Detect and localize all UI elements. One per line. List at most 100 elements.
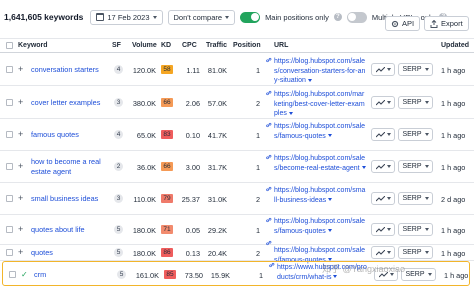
trend-button[interactable] (374, 268, 398, 281)
traffic-value[interactable]: 15.9K (206, 271, 230, 280)
date-picker[interactable]: 17 Feb 2023 (90, 9, 163, 25)
col-sf[interactable]: SF (112, 42, 121, 49)
row-checkbox[interactable] (6, 66, 13, 73)
keyword-link[interactable]: how to become a real estate agent (31, 157, 111, 177)
keyword-link[interactable]: cover letter examples (31, 98, 111, 108)
serp-features-count[interactable]: 2 (114, 162, 123, 171)
serp-button[interactable]: SERP (401, 268, 436, 281)
url-text[interactable]: https://blog.hubspot.com/sales/become-re… (274, 155, 365, 172)
table-row[interactable]: + cover letter examples 3 380.0K 66 2.06… (0, 86, 474, 119)
multiple-urls-toggle[interactable] (346, 11, 367, 23)
url-link[interactable]: https://blog.hubspot.com/marketing/best-… (274, 90, 366, 119)
table-row[interactable]: ✓ crm 5 161.0K 85 73.50 15.9K 1 ☍ https:… (2, 261, 470, 286)
table-row[interactable]: + famous quotes 4 65.0K 83 0.10 41.7K 1 … (0, 119, 474, 151)
traffic-value[interactable]: 29.2K (203, 226, 227, 235)
url-link[interactable]: https://blog.hubspot.com/sales/become-re… (274, 154, 366, 173)
serp-button[interactable]: SERP (398, 192, 433, 205)
serp-features-count[interactable]: 5 (114, 225, 123, 234)
serp-button[interactable]: SERP (398, 246, 433, 259)
keyword-link[interactable]: conversation starters (31, 65, 111, 75)
chevron-down-icon[interactable] (333, 275, 338, 279)
table-row[interactable]: + quotes 5 180.0K 86 0.13 20.4K 2 ☍ http… (0, 241, 474, 264)
select-all-checkbox[interactable] (6, 42, 13, 49)
url-text[interactable]: https://blog.hubspot.com/sales/conversat… (274, 58, 365, 84)
traffic-value[interactable]: 20.4K (203, 249, 227, 258)
serp-button[interactable]: SERP (398, 128, 433, 141)
chevron-down-icon[interactable] (361, 166, 366, 170)
main-positions-toggle[interactable] (240, 11, 261, 23)
table-row[interactable]: + quotes about life 5 180.0K 71 0.05 29.… (0, 215, 474, 245)
chevron-down-icon[interactable] (327, 134, 332, 138)
serp-button[interactable]: SERP (398, 96, 433, 109)
traffic-value[interactable]: 31.0K (203, 195, 227, 204)
keyword-link[interactable]: crm (34, 270, 114, 280)
row-checkbox[interactable] (6, 226, 13, 233)
col-volume[interactable]: Volume (132, 42, 157, 49)
row-checkbox[interactable] (6, 195, 13, 202)
trend-button[interactable] (371, 63, 395, 76)
traffic-value[interactable]: 81.0K (203, 66, 227, 75)
serp-features-count[interactable]: 5 (114, 248, 123, 257)
url-text[interactable]: https://www.hubspot.com/products/crm/wha… (277, 264, 367, 281)
add-keyword-icon[interactable]: + (18, 65, 23, 74)
url-link[interactable]: https://blog.hubspot.com/sales/famous-qu… (274, 122, 366, 141)
col-keyword[interactable]: Keyword (18, 42, 48, 49)
serp-button[interactable]: SERP (398, 160, 433, 173)
serp-features-count[interactable]: 3 (114, 194, 123, 203)
keyword-link[interactable]: small business ideas (31, 194, 111, 204)
api-button[interactable]: API (385, 16, 421, 31)
chevron-down-icon[interactable] (288, 111, 293, 115)
trend-button[interactable] (371, 246, 395, 259)
url-link[interactable]: https://www.hubspot.com/products/crm/wha… (277, 263, 369, 282)
url-text[interactable]: https://blog.hubspot.com/sales/famous-qu… (274, 218, 365, 235)
add-keyword-icon[interactable]: + (18, 130, 23, 139)
traffic-value[interactable]: 57.0K (203, 99, 227, 108)
col-traffic[interactable]: Traffic (206, 42, 227, 49)
trend-button[interactable] (371, 160, 395, 173)
help-icon[interactable]: ? (333, 13, 342, 21)
col-kd[interactable]: KD (161, 42, 171, 49)
add-keyword-icon[interactable]: + (18, 248, 23, 257)
trend-button[interactable] (371, 223, 395, 236)
traffic-value[interactable]: 31.7K (203, 163, 227, 172)
add-keyword-icon[interactable]: + (18, 194, 23, 203)
col-cpc[interactable]: CPC (182, 42, 197, 49)
col-updated[interactable]: Updated (441, 42, 469, 49)
serp-features-count[interactable]: 4 (114, 130, 123, 139)
row-checkbox[interactable] (9, 271, 16, 278)
serp-features-count[interactable]: 3 (114, 98, 123, 107)
url-link[interactable]: https://blog.hubspot.com/sales/conversat… (274, 57, 366, 86)
row-checkbox[interactable] (6, 249, 13, 256)
table-row[interactable]: + how to become a real estate agent 2 36… (0, 151, 474, 183)
serp-features-count[interactable]: 4 (114, 65, 123, 74)
keyword-link[interactable]: quotes (31, 248, 111, 258)
add-keyword-icon[interactable]: + (18, 162, 23, 171)
url-link[interactable]: https://blog.hubspot.com/small-business-… (274, 186, 366, 205)
export-button[interactable]: Export (424, 16, 469, 31)
serp-button[interactable]: SERP (398, 63, 433, 76)
table-row[interactable]: + conversation starters 4 120.0K 58 1.11… (0, 53, 474, 86)
chevron-down-icon[interactable] (307, 78, 312, 82)
keyword-link[interactable]: famous quotes (31, 130, 111, 140)
url-text[interactable]: https://blog.hubspot.com/sales/famous-qu… (274, 123, 365, 140)
trend-button[interactable] (371, 128, 395, 141)
compare-dropdown[interactable]: Don't compare (167, 9, 236, 25)
url-link[interactable]: https://blog.hubspot.com/sales/famous-qu… (274, 217, 366, 236)
serp-features-count[interactable]: 5 (117, 270, 126, 279)
url-text[interactable]: https://blog.hubspot.com/small-business-… (274, 187, 365, 204)
url-text[interactable]: https://blog.hubspot.com/marketing/best-… (274, 91, 365, 117)
row-checkbox[interactable] (6, 131, 13, 138)
table-row[interactable]: + small business ideas 3 110.0K 79 25.37… (0, 183, 474, 215)
trend-button[interactable] (371, 96, 395, 109)
chevron-down-icon[interactable] (327, 229, 332, 233)
keyword-link[interactable]: quotes about life (31, 225, 111, 235)
trend-button[interactable] (371, 192, 395, 205)
col-position[interactable]: Position (233, 42, 261, 49)
serp-button[interactable]: SERP (398, 223, 433, 236)
traffic-value[interactable]: 41.7K (203, 131, 227, 140)
row-checkbox[interactable] (6, 163, 13, 170)
row-checkbox[interactable] (6, 99, 13, 106)
chevron-down-icon[interactable] (328, 198, 333, 202)
add-keyword-icon[interactable]: + (18, 225, 23, 234)
add-keyword-icon[interactable]: + (18, 98, 23, 107)
